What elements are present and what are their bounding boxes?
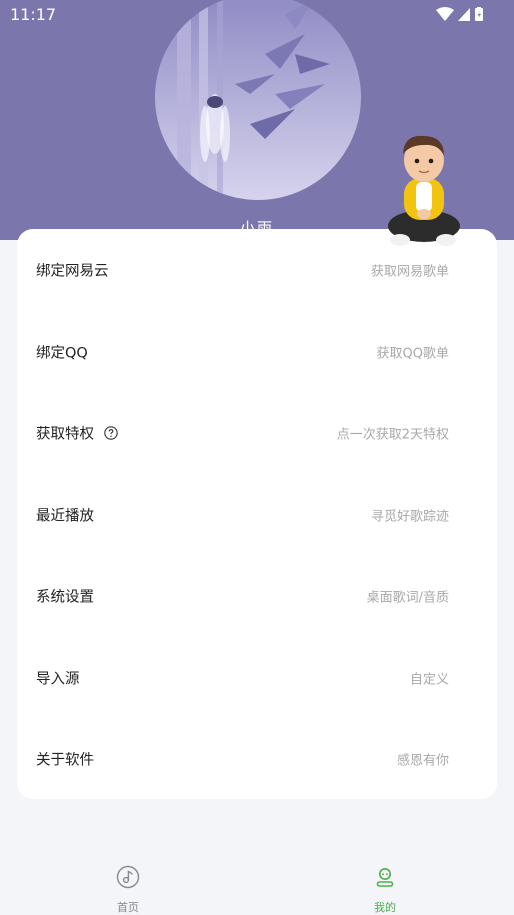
menu-card: 绑定网易云 获取网易歌单 绑定QQ 获取QQ歌单 获取特权 点一次获取2天特权 … <box>17 229 497 799</box>
battery-icon <box>475 7 483 21</box>
profile-icon <box>376 868 394 887</box>
menu-item-label: 导入源 <box>36 671 80 688</box>
menu-item-import-source[interactable]: 导入源 自定义 <box>17 637 497 719</box>
bottom-nav: 首页 我的 <box>0 850 514 914</box>
menu-item-about[interactable]: 关于软件 感恩有你 <box>17 718 497 800</box>
status-time: 11:17 <box>10 5 57 24</box>
menu-item-settings[interactable]: 系统设置 桌面歌词/音质 <box>17 555 497 637</box>
tab-mine-label: 我的 <box>374 901 396 914</box>
menu-item-hint: 点一次获取2天特权 <box>336 427 449 443</box>
menu-item-privilege[interactable]: 获取特权 点一次获取2天特权 <box>17 392 497 474</box>
menu-item-label: 绑定QQ <box>36 345 88 362</box>
menu-item-hint: 自定义 <box>409 672 449 688</box>
menu-item-label: 关于软件 <box>36 752 94 769</box>
menu-item-label: 获取特权 <box>36 426 94 443</box>
menu-item-label: 绑定网易云 <box>36 263 109 280</box>
music-disc-icon <box>116 865 140 889</box>
menu-item-recent-play[interactable]: 最近播放 寻觅好歌踪迹 <box>17 474 497 556</box>
help-circle-icon[interactable] <box>104 426 118 440</box>
menu-item-bind-qq[interactable]: 绑定QQ 获取QQ歌单 <box>17 311 497 393</box>
menu-item-hint: 桌面歌词/音质 <box>366 590 449 606</box>
avatar[interactable] <box>155 0 361 200</box>
status-bar: 11:17 <box>0 0 514 28</box>
wifi-icon <box>436 7 454 21</box>
status-icons <box>436 7 483 21</box>
menu-item-label: 最近播放 <box>36 508 94 525</box>
signal-icon <box>458 8 470 21</box>
menu-item-hint: 获取网易歌单 <box>370 264 449 280</box>
menu-item-hint: 寻觅好歌踪迹 <box>370 509 449 525</box>
menu-item-label: 系统设置 <box>36 589 94 606</box>
tab-mine[interactable]: 我的 <box>345 850 425 914</box>
character-sticker <box>388 135 460 246</box>
tab-home-label: 首页 <box>117 901 139 914</box>
menu-item-hint: 感恩有你 <box>396 753 449 769</box>
menu-item-hint: 获取QQ歌单 <box>376 346 449 362</box>
tab-home[interactable]: 首页 <box>88 850 168 914</box>
